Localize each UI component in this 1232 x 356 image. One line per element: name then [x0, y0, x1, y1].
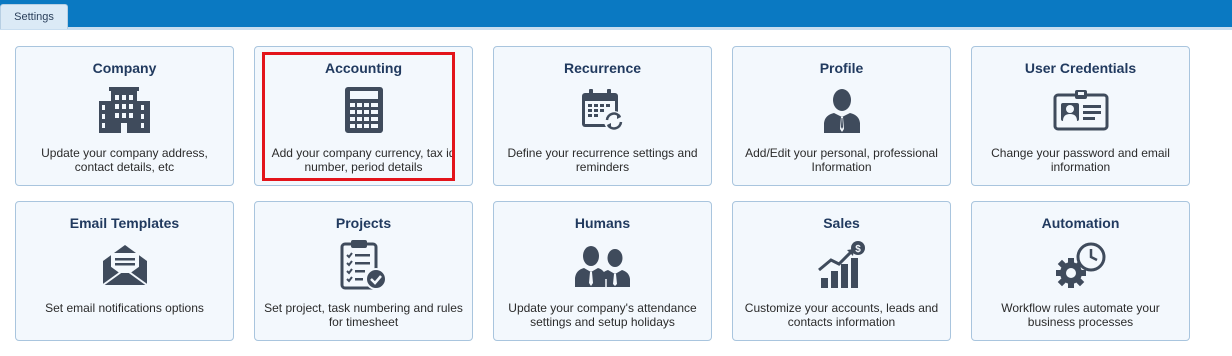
card-title: User Credentials: [1024, 60, 1137, 76]
top-bar: Settings: [0, 0, 1232, 30]
card-humans[interactable]: Humans Update your company's attendance …: [493, 201, 712, 341]
user-profile-icon: [812, 85, 872, 135]
card-recurrence[interactable]: Recurrence Define your recurrence settin: [493, 46, 712, 186]
gear-clock-icon: [1051, 240, 1111, 290]
card-description: Add your company currency, tax id number…: [271, 146, 456, 174]
people-icon: [573, 240, 633, 290]
card-description: Update your company's attendance setting…: [508, 301, 697, 329]
card-projects[interactable]: Projects Set project, task numbering and…: [254, 201, 473, 341]
card-description: Set project, task numbering and rules fo…: [264, 301, 463, 329]
card-company[interactable]: Company Update your company address, con…: [15, 46, 234, 186]
calculator-icon: [334, 85, 394, 135]
card-title: Email Templates: [69, 215, 180, 231]
card-title: Automation: [1041, 215, 1120, 231]
card-title: Projects: [335, 215, 392, 231]
card-description: Customize your accounts, leads and conta…: [744, 301, 939, 329]
tab-settings[interactable]: Settings: [0, 4, 68, 29]
card-title: Accounting: [325, 60, 402, 76]
top-bar-background: [0, 0, 1232, 27]
card-description: Update your company address, contact det…: [41, 146, 208, 174]
top-bar-underline: [0, 27, 1232, 30]
card-description: Define your recurrence settings and remi…: [507, 146, 698, 174]
card-description: Workflow rules automate your business pr…: [1001, 301, 1160, 329]
card-description: Set email notifications options: [45, 301, 204, 315]
sales-growth-icon: $: [812, 240, 872, 290]
envelope-icon: [95, 240, 155, 290]
card-title: Sales: [823, 215, 860, 231]
card-user-credentials[interactable]: User Credentials Change your password an…: [971, 46, 1190, 186]
card-email-templates[interactable]: Email Templates Set email notifications …: [15, 201, 234, 341]
svg-text:$: $: [855, 244, 861, 255]
card-profile[interactable]: Profile Add/Edit your personal, professi…: [732, 46, 951, 186]
card-title: Profile: [819, 60, 864, 76]
card-sales[interactable]: Sales $ Customize your accounts, leads a…: [732, 201, 951, 341]
card-accounting[interactable]: Accounting Add your company currency, ta…: [254, 46, 473, 186]
card-title: Recurrence: [563, 60, 642, 76]
card-automation[interactable]: Automation Workflow rules automate your …: [971, 201, 1190, 341]
card-title: Company: [92, 60, 157, 76]
card-description: Change your password and email informati…: [991, 146, 1170, 174]
id-card-icon: [1051, 85, 1111, 135]
clipboard-checklist-icon: [334, 240, 394, 290]
building-icon: [95, 85, 155, 135]
card-title: Humans: [574, 215, 631, 231]
card-description: Add/Edit your personal, professional Inf…: [745, 146, 938, 174]
calendar-recurrence-icon: [573, 85, 633, 135]
